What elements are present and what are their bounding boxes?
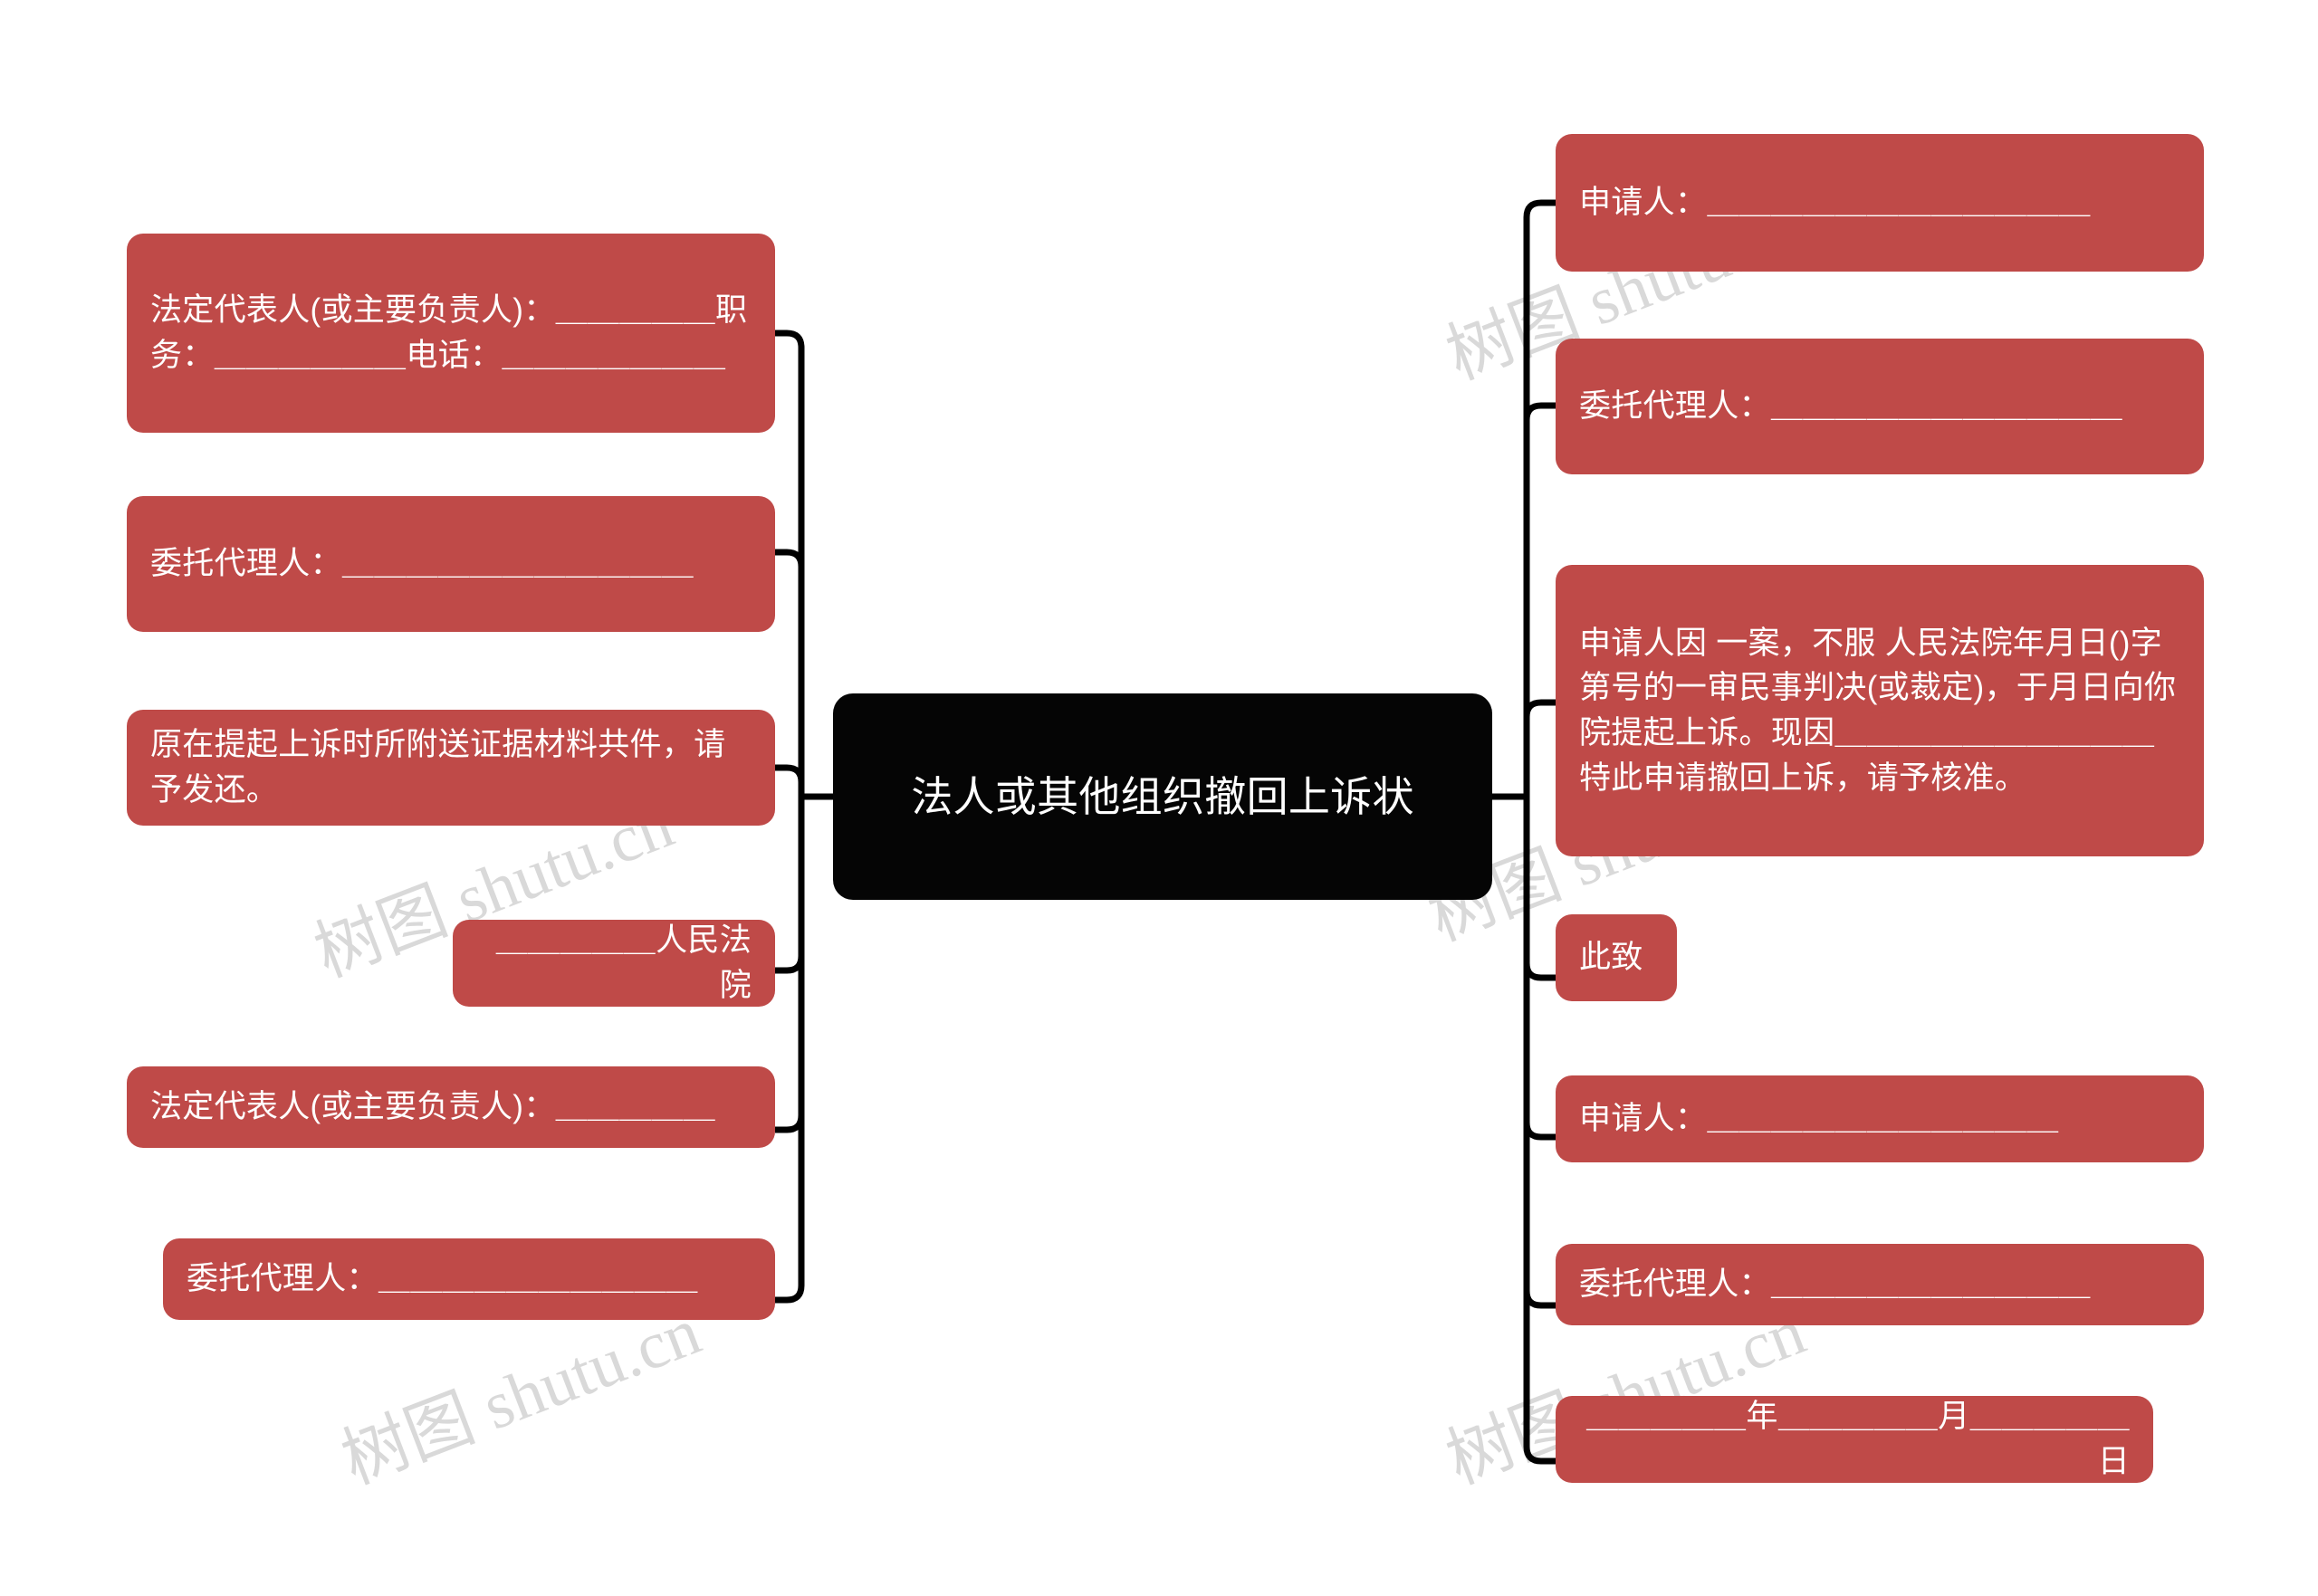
node-right-5-label: 申请人：＿＿＿＿＿＿＿＿＿＿＿: [1579, 1101, 2059, 1137]
connector-left-4: [775, 955, 805, 974]
root-node[interactable]: 法人或其他组织撤回上诉状: [833, 693, 1492, 900]
node-right-1[interactable]: 申请人：＿＿＿＿＿＿＿＿＿＿＿＿: [1556, 134, 2204, 272]
node-right-7[interactable]: ＿＿＿＿＿年＿＿＿＿＿月＿＿＿＿＿日: [1556, 1396, 2153, 1483]
node-right-3-label: 申请人因 一案，不服 人民法院年月日()字第号的一审民事判决(或裁定)，于月日向…: [1579, 625, 2177, 796]
connector-right-5: [1523, 1122, 1556, 1141]
connector-right-6: [1523, 1290, 1556, 1309]
connector-right-3: [1523, 699, 1556, 718]
connector-left-trunk-down: [775, 797, 805, 1304]
root-node-label: 法人或其他组织撤回上诉状: [911, 772, 1414, 820]
mindmap-canvas: 树图 shutu.cn 树图 shutu.cn 树图 shutu.cn 树图 s…: [0, 0, 2318, 1596]
connector-left-2: [775, 549, 805, 568]
node-left-4-label: ＿＿＿＿＿人民法院: [495, 922, 752, 1003]
node-right-4[interactable]: 此致: [1556, 914, 1677, 1001]
node-right-4-label: 此致: [1579, 940, 1643, 976]
node-left-4[interactable]: ＿＿＿＿＿人民法院: [453, 920, 775, 1007]
node-right-6[interactable]: 委托代理人：＿＿＿＿＿＿＿＿＿＿: [1556, 1244, 2204, 1325]
node-left-2-label: 委托代理人：＿＿＿＿＿＿＿＿＿＿＿: [150, 546, 694, 582]
node-right-6-label: 委托代理人：＿＿＿＿＿＿＿＿＿＿: [1579, 1266, 2091, 1303]
node-right-5[interactable]: 申请人：＿＿＿＿＿＿＿＿＿＿＿: [1556, 1075, 2204, 1162]
node-right-3[interactable]: 申请人因 一案，不服 人民法院年月日()字第号的一审民事判决(或裁定)，于月日向…: [1556, 565, 2204, 856]
connector-right-4: [1523, 962, 1556, 981]
connector-left-trunk-up: [775, 330, 805, 797]
node-left-3[interactable]: 原在提起上诉时所附送证据材料共件，请予发还。: [127, 710, 775, 826]
node-left-3-label: 原在提起上诉时所附送证据材料共件，请予发还。: [150, 727, 726, 808]
node-left-1-label: 法定代表人(或主要负责人)：＿＿＿＿＿职务：＿＿＿＿＿＿电话：＿＿＿＿＿＿＿: [150, 292, 748, 373]
connector-right-trunk-up: [1523, 199, 1556, 797]
node-left-6-label: 委托代理人：＿＿＿＿＿＿＿＿＿＿: [187, 1261, 698, 1297]
connector-left-5: [775, 1114, 805, 1133]
node-left-6[interactable]: 委托代理人：＿＿＿＿＿＿＿＿＿＿: [163, 1238, 775, 1320]
connector-right-2: [1523, 402, 1556, 421]
node-left-1[interactable]: 法定代表人(或主要负责人)：＿＿＿＿＿职务：＿＿＿＿＿＿电话：＿＿＿＿＿＿＿: [127, 234, 775, 433]
node-right-2[interactable]: 委托代理人：＿＿＿＿＿＿＿＿＿＿＿: [1556, 339, 2204, 474]
node-right-2-label: 委托代理人：＿＿＿＿＿＿＿＿＿＿＿: [1579, 388, 2123, 425]
node-left-5[interactable]: 法定代表人(或主要负责人)：＿＿＿＿＿: [127, 1066, 775, 1148]
node-right-1-label: 申请人：＿＿＿＿＿＿＿＿＿＿＿＿: [1579, 185, 2091, 221]
node-left-2[interactable]: 委托代理人：＿＿＿＿＿＿＿＿＿＿＿: [127, 496, 775, 632]
node-right-7-label: ＿＿＿＿＿年＿＿＿＿＿月＿＿＿＿＿日: [1585, 1399, 2130, 1479]
connector-left-3: [775, 764, 805, 783]
connector-right-trunk-down: [1523, 797, 1556, 1465]
node-left-5-label: 法定代表人(或主要负责人)：＿＿＿＿＿: [150, 1089, 716, 1125]
